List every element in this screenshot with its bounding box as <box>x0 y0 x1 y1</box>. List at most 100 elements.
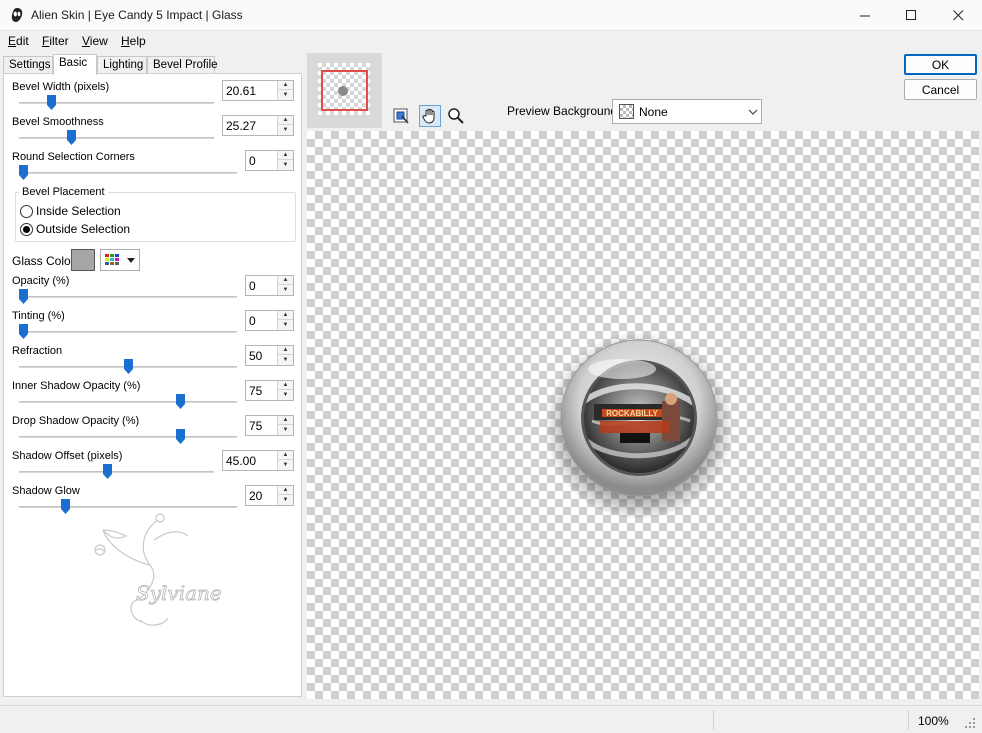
round-corners-track[interactable] <box>19 172 237 174</box>
maximize-button[interactable] <box>888 0 934 31</box>
minimize-button[interactable] <box>842 0 888 31</box>
spin-up-icon[interactable]: ▲ <box>278 451 293 460</box>
status-bar: 100% <box>0 705 982 733</box>
menu-filter[interactable]: Filter <box>42 34 69 48</box>
drop-shadow-opacity-track[interactable] <box>19 436 237 438</box>
menu-help[interactable]: Help <box>121 34 146 48</box>
status-separator <box>713 710 714 730</box>
bevel-smoothness-track[interactable] <box>19 137 214 139</box>
drop-shadow-opacity-label: Drop Shadow Opacity (%) <box>12 415 140 427</box>
outside-selection-radio[interactable] <box>20 223 33 236</box>
shadow-offset-slider[interactable] <box>102 464 112 479</box>
spin-up-icon[interactable]: ▲ <box>278 381 293 390</box>
spin-down-icon[interactable]: ▼ <box>278 160 293 170</box>
spin-up-icon[interactable]: ▲ <box>278 276 293 285</box>
close-icon <box>952 10 963 21</box>
shadow-glow-input[interactable]: 20 ▲ ▼ <box>245 485 294 506</box>
preview-canvas[interactable]: ROCKABILLY <box>307 131 979 699</box>
shadow-offset-track[interactable] <box>19 471 214 473</box>
hand-tool-button[interactable] <box>419 105 441 127</box>
tinting-slider[interactable] <box>19 324 28 339</box>
spin-up-icon[interactable]: ▲ <box>278 346 293 355</box>
glass-color-label: Glass Color <box>12 254 75 268</box>
tab-basic[interactable]: Basic <box>53 54 97 75</box>
glass-preview-object: ROCKABILLY <box>544 328 734 518</box>
preview-banner-text: ROCKABILLY <box>606 409 658 418</box>
opacity-label: Opacity (%) <box>12 275 70 287</box>
tab-strip: Settings Basic Lighting Bevel Profile <box>3 54 303 75</box>
menu-edit[interactable]: Edit <box>8 34 29 48</box>
spin-down-icon[interactable]: ▼ <box>278 125 293 135</box>
round-corners-slider[interactable] <box>19 165 28 180</box>
shadow-offset-input[interactable]: 45.00 ▲ ▼ <box>222 450 294 471</box>
spin-up-icon[interactable]: ▲ <box>278 151 293 160</box>
tab-settings[interactable]: Settings <box>3 56 53 74</box>
refraction-input[interactable]: 50 ▲ ▼ <box>245 345 294 366</box>
outside-selection-label[interactable]: Outside Selection <box>36 222 130 236</box>
preview-background-label: Preview Background: <box>507 104 621 118</box>
spin-down-icon[interactable]: ▼ <box>278 355 293 365</box>
spin-down-icon[interactable]: ▼ <box>278 285 293 295</box>
status-separator <box>908 710 909 730</box>
round-corners-input[interactable]: 0 ▲ ▼ <box>245 150 294 171</box>
round-corners-label: Round Selection Corners <box>12 151 135 163</box>
inner-shadow-opacity-track[interactable] <box>19 401 237 403</box>
zoom-tool-button[interactable] <box>445 105 467 127</box>
opacity-slider[interactable] <box>19 289 28 304</box>
bevel-smoothness-label: Bevel Smoothness <box>12 116 104 128</box>
cancel-button[interactable]: Cancel <box>904 79 977 100</box>
refraction-slider[interactable] <box>123 359 133 374</box>
refraction-label: Refraction <box>12 345 63 357</box>
spin-down-icon[interactable]: ▼ <box>278 495 293 505</box>
alien-skin-icon <box>11 8 23 22</box>
shadow-glow-slider[interactable] <box>60 499 70 514</box>
bevel-width-label: Bevel Width (pixels) <box>12 81 110 93</box>
spin-up-icon[interactable]: ▲ <box>278 311 293 320</box>
tinting-input[interactable]: 0 ▲ ▼ <box>245 310 294 331</box>
spin-down-icon[interactable]: ▼ <box>278 320 293 330</box>
chevron-down-icon <box>748 109 758 115</box>
spin-up-icon[interactable]: ▲ <box>278 416 293 425</box>
glass-color-swatch[interactable] <box>71 249 95 271</box>
shadow-offset-label: Shadow Offset (pixels) <box>12 450 123 462</box>
tab-lighting[interactable]: Lighting <box>97 56 147 74</box>
bevel-smoothness-input[interactable]: 25.27 ▲ ▼ <box>222 115 294 136</box>
minimize-icon <box>859 15 870 17</box>
close-button[interactable] <box>935 0 981 31</box>
menu-bar: Edit Filter View Help <box>0 31 982 51</box>
spin-up-icon[interactable]: ▲ <box>278 486 293 495</box>
navigator-icon <box>393 108 409 124</box>
tinting-track[interactable] <box>19 331 237 333</box>
title-bar: Alien Skin | Eye Candy 5 Impact | Glass <box>0 0 982 31</box>
spin-down-icon[interactable]: ▼ <box>278 425 293 435</box>
opacity-track[interactable] <box>19 296 237 298</box>
inner-shadow-opacity-label: Inner Shadow Opacity (%) <box>12 380 141 392</box>
spin-up-icon[interactable]: ▲ <box>278 81 293 90</box>
bevel-smoothness-slider[interactable] <box>67 130 77 145</box>
preview-background-select[interactable]: None <box>612 99 762 124</box>
shadow-glow-label: Shadow Glow <box>12 485 80 497</box>
shadow-glow-track[interactable] <box>19 506 237 508</box>
bevel-width-slider[interactable] <box>46 95 56 110</box>
inner-shadow-opacity-slider[interactable] <box>175 394 185 409</box>
spin-down-icon[interactable]: ▼ <box>278 90 293 100</box>
color-palette-button[interactable] <box>100 249 140 271</box>
opacity-input[interactable]: 0 ▲ ▼ <box>245 275 294 296</box>
ok-button[interactable]: OK <box>904 54 977 75</box>
inner-shadow-opacity-input[interactable]: 75 ▲ ▼ <box>245 380 294 401</box>
drop-shadow-opacity-input[interactable]: 75 ▲ ▼ <box>245 415 294 436</box>
inside-selection-label[interactable]: Inside Selection <box>36 204 121 218</box>
inside-selection-radio[interactable] <box>20 205 33 218</box>
navigator-tool-button[interactable] <box>390 105 412 127</box>
hand-icon <box>422 108 435 124</box>
resize-grip-icon[interactable] <box>964 717 976 729</box>
menu-view[interactable]: View <box>82 34 108 48</box>
spin-down-icon[interactable]: ▼ <box>278 460 293 470</box>
navigator-view-rectangle[interactable] <box>321 70 368 111</box>
spin-up-icon[interactable]: ▲ <box>278 116 293 125</box>
drop-shadow-opacity-slider[interactable] <box>175 429 185 444</box>
tab-bevel-profile[interactable]: Bevel Profile <box>147 56 218 74</box>
bevel-width-input[interactable]: 20.61 ▲ ▼ <box>222 80 294 101</box>
color-grid-icon <box>104 253 122 268</box>
spin-down-icon[interactable]: ▼ <box>278 390 293 400</box>
